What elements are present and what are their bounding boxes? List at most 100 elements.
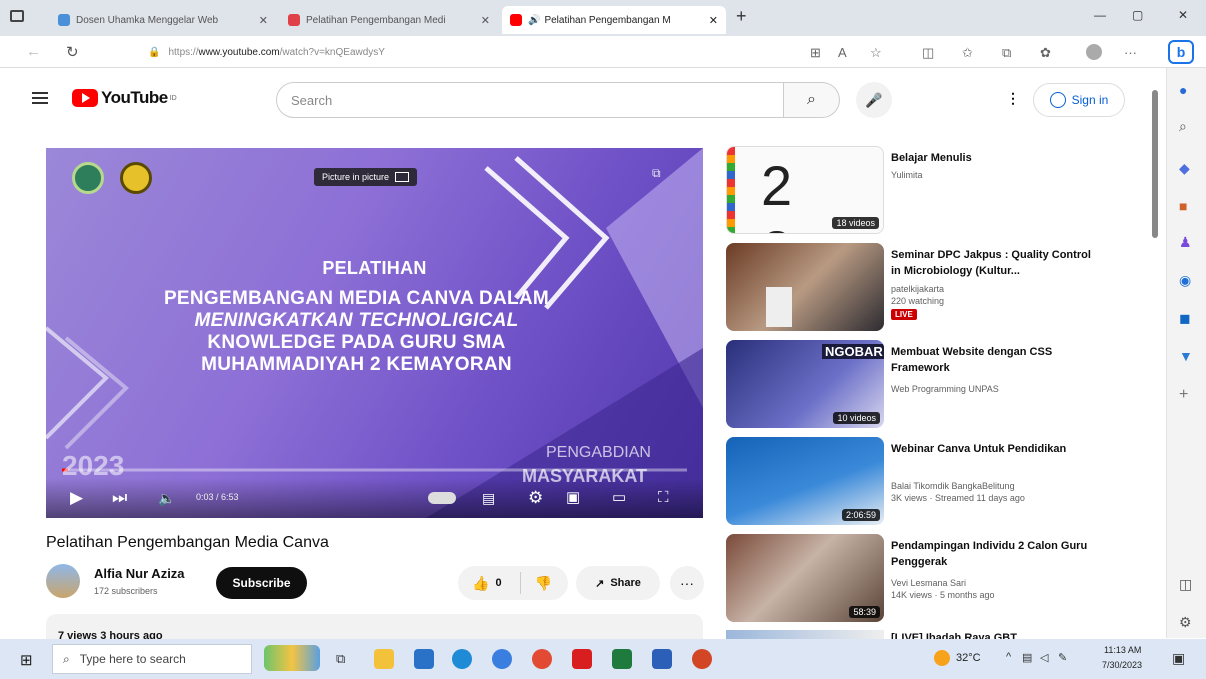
shopping-tag-icon[interactable]: ◆ (1179, 160, 1190, 177)
recommendation-item[interactable]: 2:06:59 Webinar Canva Untuk Pendidikan B… (724, 437, 1124, 527)
speaker-icon[interactable]: 🔊 (528, 15, 540, 26)
discover-icon[interactable]: ● (1179, 82, 1187, 98)
close-tab-icon[interactable]: ✕ (481, 14, 490, 27)
file-explorer-icon[interactable] (374, 649, 394, 669)
edge-sidebar: ● ⌕ ◆ ■ ♟ ◉ ◼ ▼ + ◫ ⚙ (1166, 68, 1206, 638)
sign-in-button[interactable]: Sign in (1033, 83, 1125, 117)
channel-name[interactable]: Alfia Nur Aziza (94, 566, 185, 581)
volume-icon[interactable]: 🔈 (158, 488, 175, 508)
play-icon[interactable]: ▶ (70, 488, 83, 508)
maximize-button[interactable]: ▢ (1132, 8, 1143, 22)
powerpoint-icon[interactable] (692, 649, 712, 669)
institution-logo-2 (120, 162, 152, 194)
browser-tab-1[interactable]: Dosen Uhamka Menggelar Web ✕ (50, 6, 276, 34)
browser-tab-2[interactable]: Pelatihan Pengembangan Medi ✕ (280, 6, 498, 34)
drop-icon[interactable]: ▼ (1179, 348, 1193, 364)
search-input[interactable]: Search (276, 82, 784, 118)
close-tab-icon[interactable]: ✕ (259, 14, 268, 27)
volume-tray-icon[interactable]: ◁ (1040, 651, 1048, 664)
extensions-icon[interactable]: ✿ (1040, 45, 1051, 61)
sidebar-settings-icon[interactable]: ⚙ (1179, 614, 1192, 631)
office-icon[interactable]: ◉ (1179, 272, 1191, 289)
menu-icon[interactable] (32, 92, 48, 94)
hide-sidebar-icon[interactable]: ◫ (1179, 576, 1192, 593)
recommendation-item[interactable]: 2 2 18 videos Belajar Menulis Yulimita (724, 146, 1124, 236)
channel-avatar[interactable] (46, 564, 80, 598)
notifications-icon[interactable]: ▣ (1172, 650, 1185, 667)
minimize-button[interactable]: — (1094, 8, 1106, 22)
next-icon[interactable]: ⏭ (112, 488, 127, 508)
windows-start-icon[interactable]: ⊞ (20, 651, 33, 669)
video-player[interactable]: Picture in picture ⧉ PELATIHAN PENGEMBAN… (46, 148, 703, 518)
pip-icon (395, 172, 410, 182)
tray-overflow-icon[interactable]: ^ (1006, 651, 1011, 663)
like-icon[interactable]: 👍 (472, 575, 489, 592)
network-icon[interactable]: ▤ (1022, 651, 1032, 664)
add-sidebar-app-icon[interactable]: + (1179, 386, 1188, 404)
bing-chat-icon[interactable]: b (1168, 40, 1194, 64)
weather-temperature[interactable]: 32°C (956, 652, 981, 664)
url-field[interactable]: 🔒 https://www.youtube.com/watch?v=knQEaw… (132, 40, 792, 64)
new-tab-button[interactable]: + (736, 6, 747, 27)
share-button[interactable]: ↗ Share (576, 566, 660, 600)
close-window-button[interactable]: ✕ (1178, 8, 1188, 22)
subtitles-icon[interactable]: ▤ (482, 488, 495, 508)
youtube-logo[interactable]: YouTube ID (72, 88, 177, 108)
voice-search-button[interactable]: 🎤 (856, 82, 892, 118)
theater-mode-icon[interactable]: ▭ (612, 488, 626, 508)
search-button[interactable]: ⌕ (784, 82, 840, 118)
search-highlight-icon[interactable] (264, 645, 320, 671)
favorite-star-icon[interactable]: ☆ (870, 45, 882, 61)
video-thumbnail[interactable]: 2:06:59 (726, 437, 884, 525)
video-thumbnail[interactable]: 58:39 (726, 534, 884, 622)
settings-more-icon[interactable]: ⋮ (1006, 90, 1020, 107)
settings-gear-icon[interactable]: ⚙ (528, 488, 543, 508)
weather-sun-icon[interactable] (934, 650, 950, 666)
chrome-icon[interactable] (532, 649, 552, 669)
ms-store-icon[interactable] (492, 649, 512, 669)
split-screen-icon[interactable]: ◫ (922, 45, 934, 61)
pdf-reader-icon[interactable] (572, 649, 592, 669)
refresh-icon[interactable]: ↻ (66, 43, 79, 61)
clock-time[interactable]: 11:13 AM (1104, 645, 1141, 655)
more-icon[interactable]: ··· (1124, 45, 1137, 60)
favorites-icon[interactable]: ✩ (962, 45, 973, 61)
taskbar-search-input[interactable]: ⌕ Type here to search (52, 644, 252, 674)
outlook-icon[interactable]: ◼ (1179, 310, 1191, 327)
app-available-icon[interactable]: ⊞ (810, 45, 821, 61)
video-thumbnail[interactable]: NGOBAR 10 videos (726, 340, 884, 428)
close-tab-icon[interactable]: ✕ (709, 14, 718, 27)
subscribe-button[interactable]: Subscribe (216, 567, 307, 599)
video-thumbnail[interactable] (726, 243, 884, 331)
mail-icon[interactable] (414, 649, 434, 669)
recommendation-item[interactable]: Seminar DPC Jakpus : Quality Control in … (724, 243, 1124, 333)
recommendation-item[interactable]: NGOBAR 10 videos Membuat Website dengan … (724, 340, 1124, 430)
video-thumbnail[interactable]: 2 2 18 videos (726, 146, 884, 234)
youtube-play-logo-icon (72, 89, 98, 107)
recommendation-channel: Web Programming UNPAS (891, 384, 999, 394)
search-icon[interactable]: ⌕ (1179, 118, 1187, 135)
dislike-icon[interactable]: 👎 (535, 575, 552, 592)
back-icon[interactable]: ← (26, 43, 41, 60)
tab-actions-icon[interactable] (10, 10, 24, 22)
miniplayer-icon[interactable]: ▣ (566, 488, 580, 508)
games-icon[interactable]: ♟ (1179, 234, 1192, 251)
profile-avatar[interactable] (1086, 44, 1102, 60)
youtube-header: YouTube ID Search ⌕ 🎤 ⋮ Sign in (0, 68, 1145, 128)
fullscreen-icon[interactable]: ⛶ (658, 488, 669, 508)
clock-date[interactable]: 7/30/2023 (1102, 660, 1142, 670)
autoplay-toggle[interactable] (428, 492, 456, 504)
pen-icon[interactable]: ✎ (1058, 651, 1067, 664)
collections-icon[interactable]: ⧉ (1002, 45, 1011, 61)
more-actions-button[interactable]: ··· (670, 566, 704, 600)
page-scrollbar[interactable] (1145, 68, 1166, 638)
tools-icon[interactable]: ■ (1179, 198, 1187, 214)
edge-browser-icon[interactable] (452, 649, 472, 669)
word-icon[interactable] (652, 649, 672, 669)
excel-icon[interactable] (612, 649, 632, 669)
recommendation-item[interactable]: 58:39 Pendampingan Individu 2 Calon Guru… (724, 534, 1124, 624)
read-aloud-icon[interactable]: A (838, 45, 847, 60)
browser-tab-active[interactable]: 🔊 Pelatihan Pengembangan M ✕ (502, 6, 726, 34)
task-view-icon[interactable]: ⧉ (336, 651, 345, 667)
cast-icon[interactable]: ⧉ (652, 166, 661, 181)
